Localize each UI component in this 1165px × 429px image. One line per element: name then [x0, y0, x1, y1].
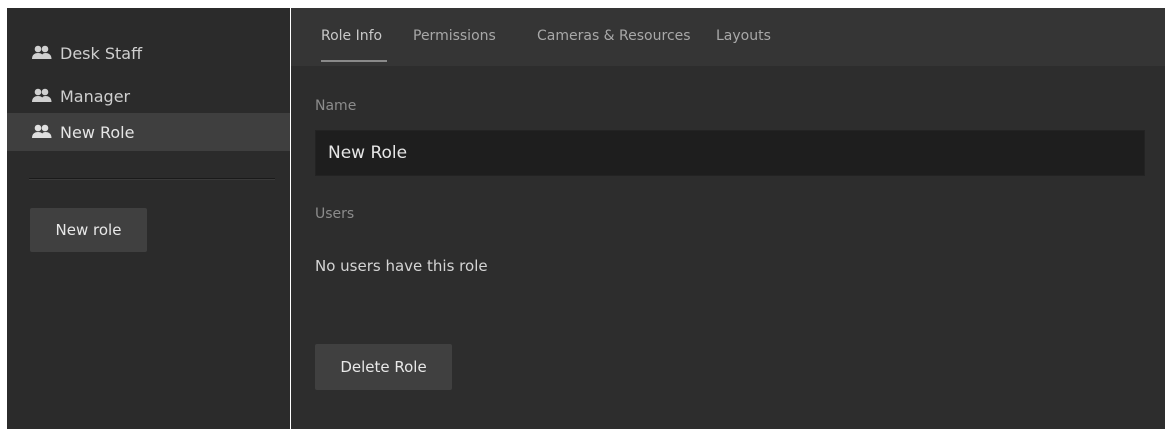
top-strip — [0, 0, 1165, 8]
tab-layouts[interactable]: Layouts — [716, 28, 771, 44]
users-icon — [31, 44, 53, 62]
sidebar-item-label: Manager — [60, 86, 131, 106]
sidebar-item-manager[interactable]: Manager — [7, 78, 290, 114]
role-settings-window: Desk Staff Manager New Role New role Rol… — [0, 0, 1165, 429]
delete-role-button[interactable]: Delete Role — [315, 344, 452, 390]
no-users-text: No users have this role — [315, 257, 488, 275]
sidebar-item-label: New Role — [60, 122, 135, 142]
tab-cameras-resources[interactable]: Cameras & Resources — [537, 28, 691, 44]
users-icon — [31, 87, 53, 105]
role-detail-panel: Role Info Permissions Cameras & Resource… — [291, 8, 1165, 429]
new-role-button[interactable]: New role — [30, 208, 147, 252]
users-label: Users — [315, 206, 355, 222]
tab-role-info[interactable]: Role Info — [321, 28, 382, 44]
active-tab-indicator — [321, 60, 387, 62]
name-label: Name — [315, 98, 357, 114]
sidebar-divider — [29, 178, 275, 180]
tab-bar: Role Info Permissions Cameras & Resource… — [291, 8, 1165, 66]
sidebar-item-label: Desk Staff — [60, 43, 143, 63]
sidebar-item-desk-staff[interactable]: Desk Staff — [7, 35, 290, 71]
role-name-input[interactable] — [315, 130, 1145, 176]
users-icon — [31, 123, 53, 141]
sidebar-item-new-role[interactable]: New Role — [7, 113, 290, 151]
tab-permissions[interactable]: Permissions — [413, 28, 496, 44]
roles-sidebar: Desk Staff Manager New Role New role — [7, 8, 290, 429]
